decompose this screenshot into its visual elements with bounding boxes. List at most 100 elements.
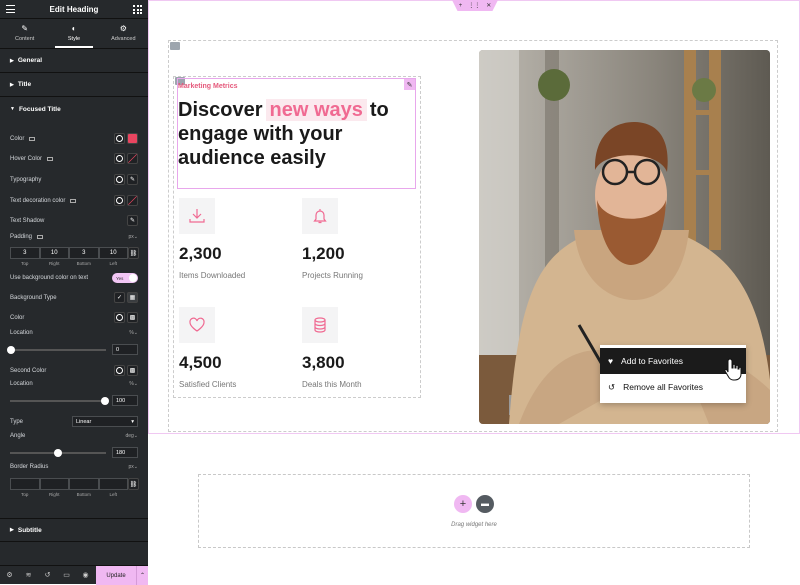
control-text-shadow: Text Shadow ✎: [10, 215, 138, 226]
heading-widget[interactable]: ✎ Marketing Metrics Discover new ways to e…: [177, 78, 416, 189]
section-label: Focused Title: [18, 105, 61, 113]
history-icon[interactable]: ↺: [38, 571, 57, 579]
update-button[interactable]: Update: [96, 566, 136, 585]
edit-pencil-icon[interactable]: ✎: [127, 215, 138, 226]
radius-left-input[interactable]: [98, 478, 128, 490]
color-swatch[interactable]: [127, 133, 138, 144]
chevron-up-icon[interactable]: ⌃: [136, 566, 148, 585]
responsive-icon[interactable]: ▭: [57, 571, 76, 579]
location2-input[interactable]: 100: [112, 395, 138, 406]
padding-label: Left: [109, 261, 117, 266]
stat-label: Projects Running: [302, 271, 363, 280]
globe-button[interactable]: [114, 312, 125, 323]
slider-knob[interactable]: [101, 397, 109, 405]
layers-icon[interactable]: ≋: [19, 571, 38, 579]
select-value: Linear: [76, 418, 92, 425]
control-label: Hover Color: [10, 155, 43, 162]
section-subtitle[interactable]: ▶ Subtitle: [0, 518, 148, 542]
preview-eye-icon[interactable]: ◉: [76, 571, 95, 579]
menu-item-label: Add to Favorites: [621, 356, 683, 366]
tab-style[interactable]: ◐ Style: [49, 19, 98, 48]
settings-icon[interactable]: ⚙: [0, 571, 19, 579]
globe-button[interactable]: [114, 365, 125, 376]
slider-knob[interactable]: [54, 449, 62, 457]
tab-content[interactable]: ✎ Content: [0, 19, 49, 48]
checker-swatch-icon[interactable]: ▩: [127, 312, 138, 323]
brush-icon[interactable]: ✓: [114, 292, 125, 303]
globe-button[interactable]: [114, 153, 125, 164]
control-label: Padding: [10, 234, 33, 240]
type-select[interactable]: Linear ▾: [72, 416, 138, 427]
stat-label: Satisfied Clients: [179, 380, 237, 389]
chevron-down-icon: ⌄: [133, 464, 138, 470]
unit-selector[interactable]: deg: [125, 433, 133, 439]
control-typography: Typography ✎: [10, 174, 138, 185]
gear-icon: ⚙: [119, 24, 127, 33]
monitor-icon: [47, 156, 54, 161]
globe-button[interactable]: [114, 133, 125, 144]
link-icon[interactable]: ⛓: [128, 247, 139, 259]
hand-cursor-icon: [724, 357, 744, 386]
location-input[interactable]: 0: [112, 344, 138, 355]
headline-part: Discover: [178, 99, 263, 121]
tab-label: Style: [67, 36, 81, 42]
control-bg-color: Color ▩: [10, 312, 138, 323]
panel-tabs: ✎ Content ◐ Style ⚙ Advanced: [0, 19, 148, 49]
globe-button[interactable]: [114, 174, 125, 185]
padding-left-input[interactable]: 10: [98, 247, 128, 259]
slider-knob[interactable]: [7, 346, 15, 354]
radius-top-input[interactable]: [10, 478, 40, 490]
empty-drop-zone[interactable]: + ▬ Drag widget here: [198, 474, 750, 548]
drag-icon[interactable]: ⋮⋮: [468, 2, 480, 9]
radius-right-input[interactable]: [39, 478, 69, 490]
add-icon[interactable]: +: [459, 3, 463, 9]
globe-button[interactable]: [114, 195, 125, 206]
section-focused-title[interactable]: ▼ Focused Title: [0, 97, 148, 121]
control-label: Background Type: [10, 294, 57, 301]
hamburger-menu-icon[interactable]: [6, 5, 15, 13]
section-handle[interactable]: + ⋮⋮ ✕: [452, 0, 498, 11]
menu-item-label: Remove all Favorites: [623, 382, 703, 392]
radius-bottom-input[interactable]: [69, 478, 99, 490]
stat-value: 3,800: [302, 353, 345, 372]
control-location2: Location % ⌄: [10, 381, 138, 387]
link-icon[interactable]: ⛓: [128, 478, 139, 490]
folder-icon[interactable]: ▬: [476, 494, 494, 513]
edit-pencil-icon[interactable]: ✎: [404, 79, 415, 90]
stat-value: 2,300: [179, 244, 222, 263]
stat-item: 3,800 Deals this Month: [302, 307, 362, 389]
container-edit-icon[interactable]: [170, 42, 180, 50]
add-section-button[interactable]: +: [454, 494, 472, 513]
bell-icon: [302, 198, 338, 234]
gradient-icon[interactable]: ▦: [127, 292, 138, 303]
angle-slider[interactable]: [10, 449, 106, 457]
stat-value: 4,500: [179, 353, 222, 372]
location-slider[interactable]: [7, 346, 106, 354]
padding-top-input[interactable]: 3: [10, 247, 40, 259]
checker-swatch-icon[interactable]: ▩: [127, 365, 138, 376]
close-icon[interactable]: ✕: [486, 2, 491, 9]
widgets-grid-icon[interactable]: [133, 5, 142, 14]
panel-footer: ⚙ ≋ ↺ ▭ ◉ Update ⌃: [0, 565, 148, 585]
chevron-down-icon: ⌄: [133, 433, 138, 439]
control-label: Color: [10, 314, 25, 321]
location2-slider[interactable]: [10, 397, 109, 405]
color-swatch-empty[interactable]: [127, 153, 138, 164]
caret-right-icon: ▶: [10, 527, 14, 533]
radius-label: Top: [21, 492, 29, 497]
bg-color-toggle[interactable]: Yes: [112, 273, 138, 283]
control-label: Border Radius: [10, 464, 49, 470]
angle-input[interactable]: 180: [112, 447, 138, 458]
undo-icon: ↺: [608, 381, 616, 392]
section-title[interactable]: ▶ Title: [0, 73, 148, 97]
control-location: Location % ⌄: [10, 330, 138, 336]
edit-pencil-icon[interactable]: ✎: [127, 174, 138, 185]
color-swatch-empty[interactable]: [127, 195, 138, 206]
section-general[interactable]: ▶ General: [0, 49, 148, 73]
padding-bottom-input[interactable]: 3: [69, 247, 99, 259]
control-hover-color: Hover Color: [10, 153, 138, 164]
padding-right-input[interactable]: 10: [39, 247, 69, 259]
tab-advanced[interactable]: ⚙ Advanced: [99, 19, 148, 48]
control-second-color: Second Color ▩: [10, 365, 138, 376]
headline-highlight: new ways: [265, 99, 367, 121]
